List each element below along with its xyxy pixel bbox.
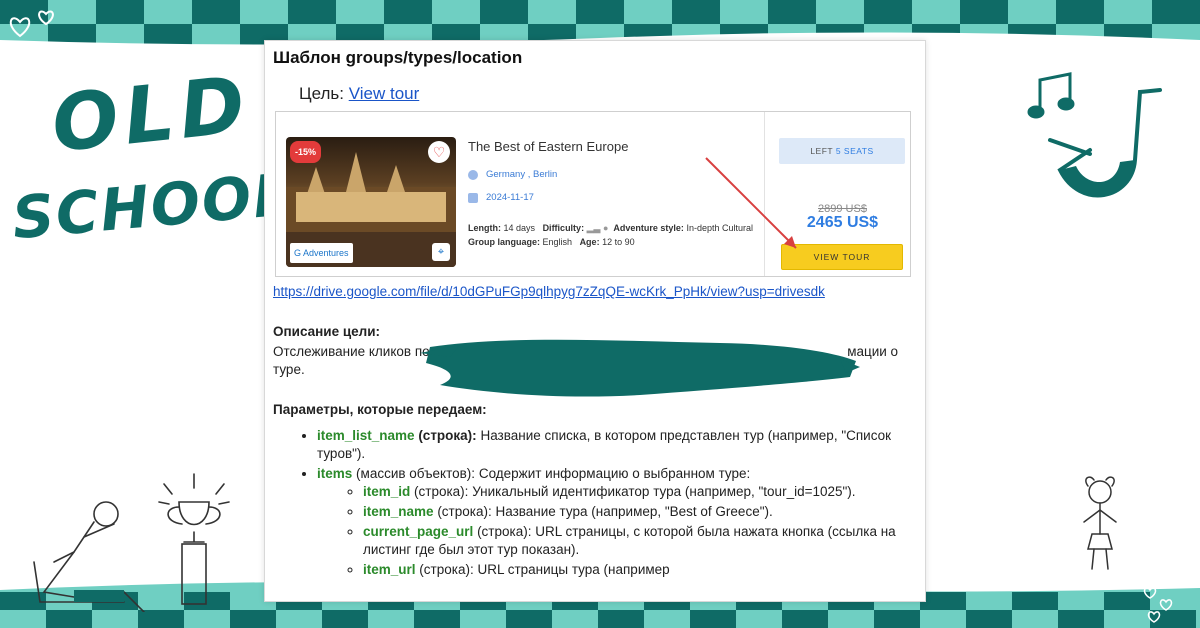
sub-param-type: (строка): [419,562,474,577]
age-label: Age: [579,237,600,247]
language-label: Group language: [468,237,540,247]
redaction-brush-stroke [420,339,860,397]
drive-link[interactable]: https://drive.google.com/file/d/10dGPuFG… [273,283,917,301]
description-start: Отслеживание кликов по [273,344,430,359]
tour-location: Germany , Berlin [486,169,558,180]
sub-param-key: item_name [363,504,434,519]
param-item: item_list_name (строка): Название списка… [317,427,917,463]
logo-line2: SCHOOL [9,160,295,253]
description-line2: туре. [273,362,305,377]
heart-icon[interactable]: ♡ [428,141,450,163]
sub-param-type: (строка): [477,524,532,539]
sub-param-item: item_url (строка): URL страницы тура (на… [363,561,917,579]
param-key: items [317,466,353,481]
params-list: item_list_name (строка): Название списка… [273,427,917,579]
tour-date: 2024-11-17 [486,192,534,203]
sub-param-key: item_url [363,562,416,577]
map-icon[interactable]: ⌖ [432,243,450,261]
document-screenshot: Шаблон groups/types/location Цель: View … [264,40,926,602]
difficulty-bars-icon: ▂▃ [586,223,601,233]
param-type: (строка): [418,428,477,443]
adventure-label: Adventure style: [613,223,684,233]
small-hearts-icon [1143,587,1173,623]
logo-line1: OLD [47,59,255,171]
girl-illustration [1083,476,1117,570]
sub-param-desc: URL страницы тура (например [473,562,670,577]
sub-params-list: item_id (строка): Уникальный идентификат… [317,483,917,579]
location-pin-icon [468,170,478,180]
sub-param-type: (строка): [437,504,492,519]
sub-param-type: (строка): [414,484,469,499]
sale-badge: -15% [290,141,322,163]
red-arrow-annotation [705,157,797,249]
length-value: 14 days [503,223,536,233]
hearts-icon [9,10,54,38]
goal-label: Цель: [299,84,344,103]
params-title: Параметры, которые передаем: [273,402,487,417]
goal-line: Цель: View tour [299,85,917,103]
saxophone-illustration [1027,72,1162,198]
param-key: item_list_name [317,428,415,443]
sub-param-key: current_page_url [363,524,474,539]
age-value: 12 to 90 [602,237,635,247]
sub-param-desc: Уникальный идентификатор тура (например,… [468,484,856,499]
info-icon: ● [602,223,609,233]
difficulty-label: Difficulty: [542,223,585,233]
sub-param-item: item_name (строка): Название тура (напри… [363,503,917,521]
param-type: (массив объектов): [356,466,476,481]
length-label: Length: [468,223,501,233]
old-school-logo: OLD SCHOOL [9,60,295,290]
param-desc: Содержит информацию о выбранном туре: [475,466,751,481]
tour-card[interactable]: -15% ♡ G Adventures ⌖ The Best of Easter… [275,111,911,277]
tour-photo[interactable]: -15% ♡ G Adventures ⌖ [286,137,456,267]
sub-param-item: current_page_url (строка): URL страницы,… [363,523,917,559]
param-item: items (массив объектов): Содержит информ… [317,465,917,579]
goal-link[interactable]: View tour [349,84,420,103]
calendar-icon [468,193,478,203]
sub-param-key: item_id [363,484,411,499]
language-value: English [542,237,573,247]
seats-value: 5 SEATS [835,146,874,156]
sub-param-item: item_id (строка): Уникальный идентификат… [363,483,917,501]
doc-title: Шаблон groups/types/location [273,48,523,67]
runner-trophy-illustration [33,473,230,612]
operator-badge: G Adventures [290,243,353,263]
sub-param-desc: Название тура (например, "Best of Greece… [491,504,773,519]
